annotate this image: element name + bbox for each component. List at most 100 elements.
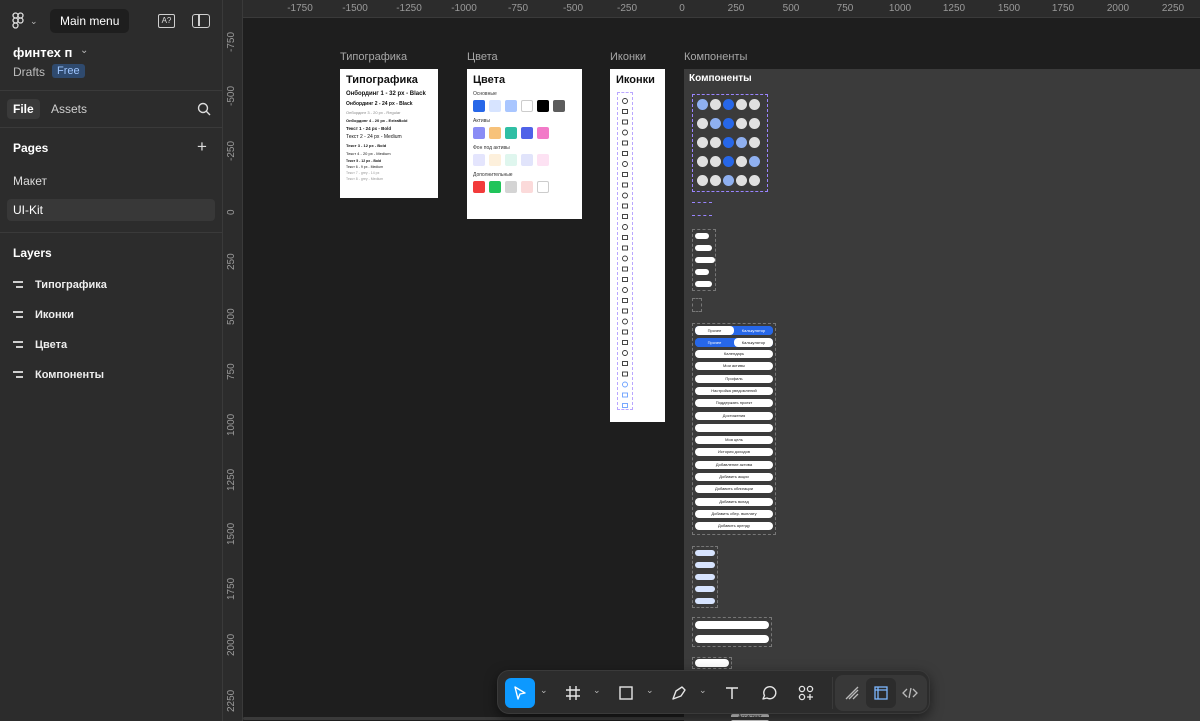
frame-typography[interactable]: Типографика Онбординг 1 - 32 px - Black … <box>340 69 438 198</box>
menu-item[interactable]: Добавить вклад <box>695 497 773 506</box>
color-swatch[interactable] <box>505 181 517 193</box>
frame-label-components[interactable]: Компоненты <box>684 51 747 63</box>
color-swatch[interactable] <box>473 154 485 166</box>
chevron-down-icon[interactable]: ⌄ <box>646 685 654 696</box>
color-swatch[interactable] <box>537 100 549 112</box>
icon-glyph[interactable] <box>622 182 628 188</box>
color-swatch[interactable] <box>505 127 517 139</box>
page-item-ui-kit[interactable]: UI-Kit <box>7 199 215 221</box>
round-icon-button[interactable] <box>749 118 760 129</box>
color-swatch[interactable] <box>521 154 533 166</box>
draw-mode[interactable] <box>837 678 867 708</box>
menu-item[interactable]: Настройка уведомлений <box>695 386 773 395</box>
round-icon-button[interactable] <box>723 156 734 167</box>
menu-item[interactable]: Поддержать проект <box>695 399 773 408</box>
icon-glyph[interactable] <box>622 140 628 146</box>
icon-glyph[interactable] <box>622 340 628 345</box>
round-icon-button[interactable] <box>736 175 747 186</box>
menu-item[interactable]: Добавить акции <box>695 473 773 481</box>
icon-glyph[interactable] <box>622 192 628 199</box>
pen-tool[interactable] <box>664 678 694 708</box>
icon-glyph[interactable] <box>622 266 628 272</box>
slider-track[interactable] <box>695 635 769 643</box>
icon-glyph[interactable] <box>622 98 628 104</box>
icon-glyph[interactable] <box>622 329 628 335</box>
color-swatch[interactable] <box>489 181 501 193</box>
shape-tool[interactable] <box>611 678 641 708</box>
color-swatch[interactable] <box>521 127 533 139</box>
icon-glyph[interactable] <box>622 161 628 167</box>
chip[interactable] <box>695 269 709 275</box>
round-icon-button[interactable] <box>749 99 760 110</box>
icon-glyph[interactable] <box>622 129 628 136</box>
chip[interactable] <box>695 257 715 263</box>
layer-item-typography[interactable]: Типографика <box>13 279 107 291</box>
round-icon-button[interactable] <box>723 118 734 129</box>
chip[interactable] <box>695 233 709 239</box>
page-item-maket[interactable]: Макет <box>7 170 215 192</box>
stepper[interactable] <box>695 574 715 580</box>
drafts-label[interactable]: Drafts <box>13 65 45 79</box>
color-swatch[interactable] <box>489 127 501 139</box>
round-icon-button[interactable] <box>723 99 734 110</box>
round-icon-button[interactable] <box>710 175 721 186</box>
frame-tool[interactable] <box>558 678 588 708</box>
icon-glyph[interactable] <box>622 403 628 408</box>
chevron-down-icon[interactable]: ⌄ <box>540 685 548 696</box>
input-pill[interactable] <box>695 659 729 667</box>
icon-glyph[interactable] <box>622 350 628 356</box>
chevron-down-icon[interactable]: ⌄ <box>80 45 88 56</box>
chevron-down-icon[interactable]: ⌄ <box>593 685 601 696</box>
icon-glyph[interactable] <box>622 109 628 114</box>
stepper[interactable] <box>695 586 715 592</box>
menu-item[interactable]: Календарь <box>695 350 773 358</box>
chip[interactable] <box>695 281 712 287</box>
menu-item[interactable]: Достижения <box>695 411 773 420</box>
icon-glyph[interactable] <box>622 298 628 303</box>
search-icon[interactable] <box>197 102 211 116</box>
frame-label-colors[interactable]: Цвета <box>467 51 498 63</box>
actions-tool[interactable] <box>791 678 821 708</box>
icon-glyph[interactable] <box>622 203 628 209</box>
segment-option[interactable]: Калькулятор <box>734 326 773 335</box>
color-swatch[interactable] <box>489 154 501 166</box>
frame-colors[interactable]: Цвета Основные Активы Фон под активы Дополн… <box>467 69 582 219</box>
round-icon-button[interactable] <box>710 118 721 129</box>
segment-option[interactable]: Калькулятор <box>734 338 773 347</box>
tab-file[interactable]: File <box>7 99 40 119</box>
round-icon-button[interactable] <box>749 137 760 148</box>
round-icon-button[interactable] <box>723 175 734 186</box>
icon-glyph[interactable] <box>622 308 628 314</box>
frame-components[interactable]: Компоненты Прочее Калькулятор Прочее Кальку… <box>684 69 1200 721</box>
round-icon-button[interactable] <box>697 118 708 129</box>
round-icon-button[interactable] <box>697 99 708 110</box>
icon-glyph[interactable] <box>622 392 628 398</box>
round-icon-button[interactable] <box>697 175 708 186</box>
round-icon-button[interactable] <box>736 118 747 129</box>
icon-glyph[interactable] <box>622 151 628 156</box>
chip[interactable] <box>695 245 712 251</box>
stepper[interactable] <box>695 550 715 556</box>
segment-option[interactable]: Прочее <box>695 338 734 347</box>
design-mode[interactable] <box>866 678 896 708</box>
menu-item[interactable]: Профиль <box>695 374 773 383</box>
icon-glyph[interactable] <box>622 172 628 177</box>
icon-glyph[interactable] <box>622 119 628 125</box>
icon-glyph[interactable] <box>622 245 628 251</box>
icon-glyph[interactable] <box>622 287 628 293</box>
segment-option[interactable]: Прочее <box>695 326 734 335</box>
round-icon-button[interactable] <box>749 156 760 167</box>
round-icon-button[interactable] <box>710 156 721 167</box>
round-icon-button[interactable] <box>736 156 747 167</box>
menu-item[interactable]: Добавление актива <box>695 460 773 469</box>
dev-mode[interactable] <box>895 678 925 708</box>
icon-glyph[interactable] <box>622 318 628 325</box>
icon-glyph[interactable] <box>622 277 628 282</box>
panel-toggle-icon[interactable] <box>192 14 210 28</box>
text-tool[interactable] <box>717 678 747 708</box>
round-icon-button[interactable] <box>736 99 747 110</box>
frame-label-icons[interactable]: Иконки <box>610 51 646 63</box>
color-swatch[interactable] <box>473 127 485 139</box>
round-icon-button[interactable] <box>697 156 708 167</box>
round-icon-button[interactable] <box>697 137 708 148</box>
